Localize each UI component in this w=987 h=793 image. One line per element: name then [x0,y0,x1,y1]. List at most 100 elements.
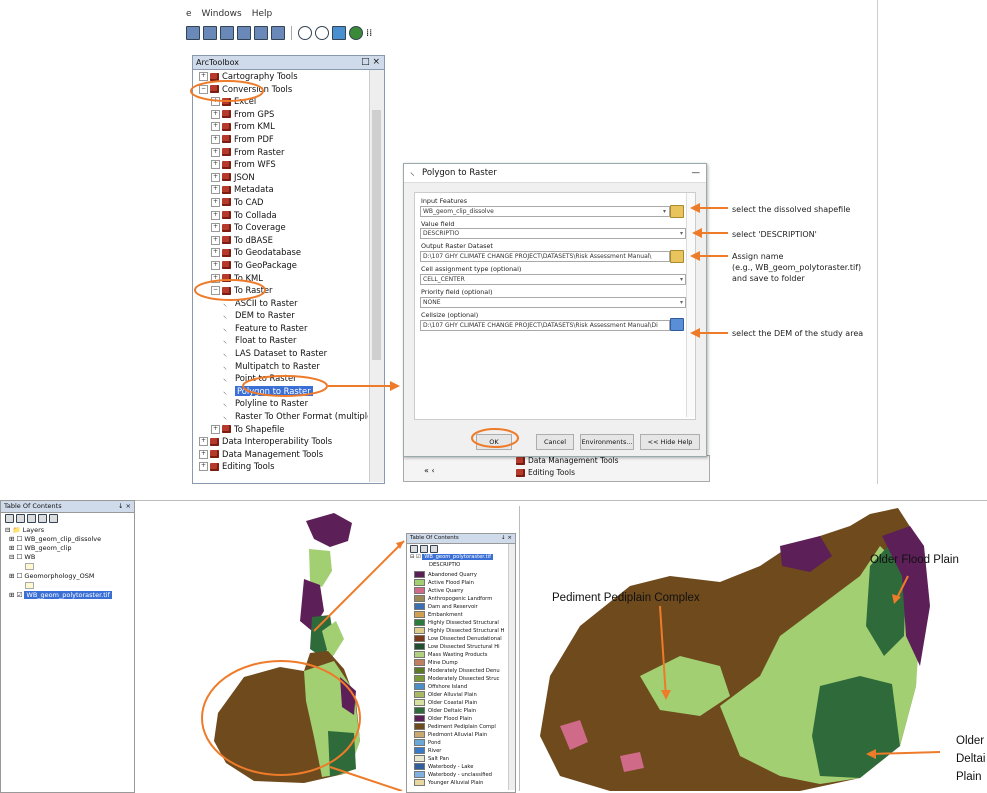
expand-icon[interactable]: + [211,260,220,270]
catalog-icon[interactable] [220,26,234,40]
toolbox-item[interactable]: + From KML [193,120,368,133]
toolbox-item[interactable]: + From PDF [193,133,368,146]
select-icon[interactable] [332,26,346,40]
toolbox-item[interactable]: + JSON [193,171,368,184]
value-field-select[interactable]: DESCRIPTIO ▾ [420,228,686,239]
legend-scrollbar[interactable] [508,544,515,790]
toolbox-item[interactable]: + To CAD [193,196,368,209]
options-icon[interactable] [430,545,438,553]
expand-icon[interactable]: + [211,122,220,132]
toolbox-item[interactable]: + To dBASE [193,234,368,247]
toolbox-item[interactable]: + To Collada [193,209,368,222]
toolbox-item[interactable]: + Data Management Tools [193,448,368,461]
ok-button[interactable]: OK [476,434,512,450]
toolbox-item[interactable]: − To Raster [193,284,368,297]
priority-field-select[interactable]: NONE ▾ [420,297,686,308]
toolbox-item[interactable]: + From Raster [193,146,368,159]
browse-folder-icon[interactable] [670,250,684,263]
browse-folder-icon[interactable] [670,205,684,218]
toolbox-item[interactable]: + To Coverage [193,221,368,234]
tool-item[interactable]: ⸜ Float to Raster [193,334,368,347]
tool-item[interactable]: ⸜ Polyline to Raster [193,397,368,410]
list-by-drawing-icon[interactable] [410,545,418,553]
dialog-minimize[interactable]: — [692,164,701,182]
input-features-field[interactable]: WB_geom_clip_dissolve ▾ [420,206,670,217]
options-icon[interactable] [49,514,58,523]
list-by-selection-icon[interactable] [38,514,47,523]
legend-close[interactable]: ↓ × [501,534,512,543]
expand-icon[interactable]: + [211,248,220,258]
expand-icon[interactable]: + [199,449,208,459]
zoom-out-icon[interactable] [315,26,329,40]
collapse-icon[interactable]: − [211,286,220,296]
behind-row-editing[interactable]: Editing Tools [516,468,575,477]
expand-icon[interactable]: + [211,424,220,434]
globe-icon[interactable] [349,26,363,40]
behind-row-data-management[interactable]: Data Management Tools [516,456,619,465]
hide-help-button[interactable]: << Hide Help [640,434,700,450]
tool-item[interactable]: ⸜ Feature to Raster [193,322,368,335]
cellsize-field[interactable]: D:\107 GHY CLIMATE CHANGE PROJECT\DATASE… [420,320,670,331]
tool-item[interactable]: ⸜ Polygon to Raster [193,385,368,398]
behind-scroll-left-icon[interactable]: « ‹ [424,466,435,475]
tool-item[interactable]: ⸜ LAS Dataset to Raster [193,347,368,360]
expand-icon[interactable]: + [211,223,220,233]
toolbox-item[interactable]: + From WFS [193,158,368,171]
tool-item[interactable]: ⸜ Point to Raster [193,372,368,385]
tool-item[interactable]: ⸜ ASCII to Raster [193,297,368,310]
editor-icon[interactable] [186,26,200,40]
expand-icon[interactable]: + [211,210,220,220]
expand-icon[interactable]: + [199,462,208,472]
model-icon[interactable] [271,26,285,40]
expand-icon[interactable]: + [211,235,220,245]
cancel-button[interactable]: Cancel [536,434,574,450]
expand-icon[interactable]: + [211,97,220,107]
environments-button[interactable]: Environments... [580,434,634,450]
collapse-icon[interactable]: − [199,84,208,94]
expand-icon[interactable]: + [199,437,208,447]
expand-icon[interactable]: + [211,147,220,157]
toc-close[interactable]: ↓ × [118,501,131,512]
toolbox-item[interactable]: + To GeoPackage [193,259,368,272]
list-by-drawing-icon[interactable] [5,514,14,523]
toc-layer-wb[interactable]: ⊟ ☐ WB [9,553,35,561]
toolbox-item[interactable]: + From GPS [193,108,368,121]
output-raster-field[interactable]: D:\107 GHY CLIMATE CHANGE PROJECT\DATASE… [420,251,670,262]
toc-layers[interactable]: ⊟ 📁 Layers [5,526,44,534]
browse-dataset-icon[interactable] [670,318,684,331]
expand-icon[interactable]: + [211,185,220,195]
toolbox-item[interactable]: + To Shapefile [193,423,368,436]
tool-item[interactable]: ⸜ Raster To Other Format (multiple) [193,410,368,423]
scrollbar[interactable] [369,70,384,482]
zoomed-map[interactable]: Older Flood Plain Pediment Pediplain Com… [519,506,987,791]
menu-edit[interactable]: e [186,9,192,23]
table-icon[interactable] [203,26,217,40]
toc-layer-dissolve[interactable]: ⊞ ☐ WB_geom_clip_dissolve [9,535,101,543]
expand-icon[interactable]: + [211,134,220,144]
scrollbar-thumb[interactable] [372,110,381,360]
expand-icon[interactable]: + [211,160,220,170]
expand-icon[interactable]: + [211,172,220,182]
toc-layer-geomorph[interactable]: ⊞ ☐ Geomorphology_OSM [9,572,94,580]
tool-item[interactable]: ⸜ Multipatch to Raster [193,360,368,373]
list-by-source-icon[interactable] [16,514,25,523]
expand-icon[interactable]: + [211,197,220,207]
toc-layer-clip[interactable]: ⊞ ☐ WB_geom_clip [9,544,72,552]
toolbox-item[interactable]: + To KML [193,272,368,285]
expand-icon[interactable]: + [199,72,208,81]
tool-item[interactable]: ⸜ DEM to Raster [193,309,368,322]
toolbox-item[interactable]: + Editing Tools [193,460,368,473]
toolbox-item[interactable]: + Data Interoperability Tools [193,435,368,448]
expand-icon[interactable]: + [211,273,220,283]
list-by-source-icon[interactable] [420,545,428,553]
expand-icon[interactable]: + [211,109,220,119]
window-controls[interactable]: □ × [361,56,380,69]
toolbox-item[interactable]: + To Geodatabase [193,246,368,259]
python-icon[interactable] [254,26,268,40]
toolbox-icon[interactable] [237,26,251,40]
more-icon[interactable]: ⁞⁞ [366,28,372,39]
form-scrollbar[interactable] [686,193,695,417]
legend-layer-header[interactable]: ⊟ ☑ WB_geom_polytoraster.tif [410,554,493,560]
toolbox-item[interactable]: + Excel [193,95,368,108]
toc-layer-polytoraster[interactable]: ⊞ ☑ WB_geom_polytoraster.tif [9,591,112,599]
